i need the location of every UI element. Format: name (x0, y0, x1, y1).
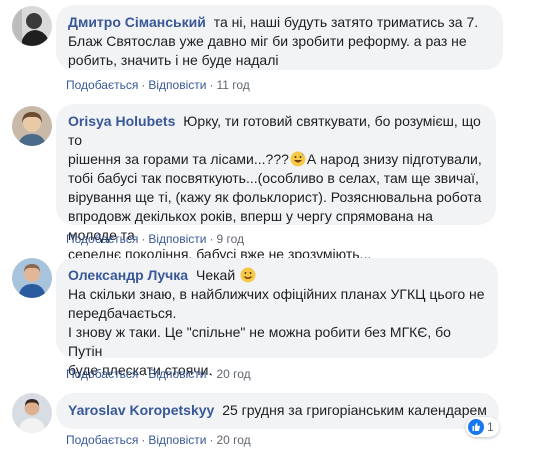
comment-actions: Подобається · Відповісти · 20 год (66, 366, 251, 382)
comment-author[interactable]: Дмитро Сіманський (68, 14, 206, 30)
timestamp[interactable]: 20 год (216, 367, 250, 381)
comment-actions: Подобається · Відповісти · 11 год (66, 77, 250, 93)
separator-dot: · (209, 367, 214, 381)
comment-text: А народ знизу підготували, (306, 151, 482, 167)
comment-text: та ні, наші будуть затято триматись за 7… (213, 14, 479, 30)
timestamp[interactable]: 20 год (216, 433, 250, 447)
comment-author[interactable]: Yaroslav Koropetskyy (68, 402, 214, 418)
comment-text: тобі бабусі так посвяткують...(особливо … (68, 170, 479, 186)
like-link[interactable]: Подобається (66, 433, 138, 447)
smiling-emoji-icon (240, 267, 256, 283)
comment-text: рішення за горами та лісами...??? (68, 151, 289, 167)
reaction-summary[interactable]: 1 (466, 417, 499, 437)
comment-text: І знову ж таки. Це "спільне" не можна ро… (68, 324, 451, 359)
reaction-count: 1 (487, 420, 494, 434)
separator-dot: · (141, 433, 146, 447)
avatar[interactable] (12, 106, 52, 146)
like-link[interactable]: Подобається (66, 78, 138, 92)
grinning-sweat-emoji-icon (290, 151, 306, 167)
comment-text: Блаж Святослав уже давно міг би зробити … (68, 33, 467, 49)
comment-text: вірування ще ті, (кажу як фольклорист). … (68, 189, 482, 205)
comment-text: робить, значить і не буде надалі (68, 52, 279, 68)
comment-actions: Подобається · Відповісти · 9 год (66, 231, 244, 247)
comment-text: 25 грудня за григоріанським календарем (222, 402, 487, 418)
avatar[interactable] (12, 6, 52, 46)
avatar[interactable] (12, 258, 52, 298)
reply-link[interactable]: Відповісти (148, 433, 206, 447)
separator-dot: · (209, 433, 214, 447)
comment-text: рішення за горами та лісами...??? А народ… (68, 150, 484, 169)
like-link[interactable]: Подобається (66, 232, 138, 246)
separator-dot: · (141, 232, 146, 246)
avatar[interactable] (12, 393, 52, 433)
reply-link[interactable]: Відповісти (148, 367, 206, 381)
like-link[interactable]: Подобається (66, 367, 138, 381)
reply-link[interactable]: Відповісти (148, 232, 206, 246)
timestamp[interactable]: 11 год (216, 78, 249, 92)
comment-bubble: Дмитро Сіманський та ні, наші будуть зат… (56, 5, 503, 70)
comment-text: Чекай (195, 267, 236, 283)
comment-text: передбачається. (68, 305, 177, 321)
comment-author[interactable]: Orisya Holubets (68, 113, 175, 129)
like-thumb-icon (468, 419, 484, 435)
separator-dot: · (141, 78, 146, 92)
comment-bubble: Олександр Лучка Чекай На скільки знаю, в… (56, 258, 498, 378)
comment-bubble: Orisya Holubets Юрку, ти готовий святкув… (56, 104, 496, 262)
timestamp[interactable]: 9 год (216, 232, 244, 246)
separator-dot: · (209, 232, 214, 246)
comment-thread: Дмитро Сіманський та ні, наші будуть зат… (0, 0, 533, 451)
reply-link[interactable]: Відповісти (148, 78, 206, 92)
comment-bubble: Yaroslav Koropetskyy 25 грудня за григор… (56, 393, 499, 429)
comment-author[interactable]: Олександр Лучка (68, 267, 188, 283)
comment-text: На скільки знаю, в найближчих офіційних … (68, 286, 485, 302)
comment-actions: Подобається · Відповісти · 20 год (66, 432, 251, 448)
separator-dot: · (141, 367, 146, 381)
separator-dot: · (209, 78, 214, 92)
